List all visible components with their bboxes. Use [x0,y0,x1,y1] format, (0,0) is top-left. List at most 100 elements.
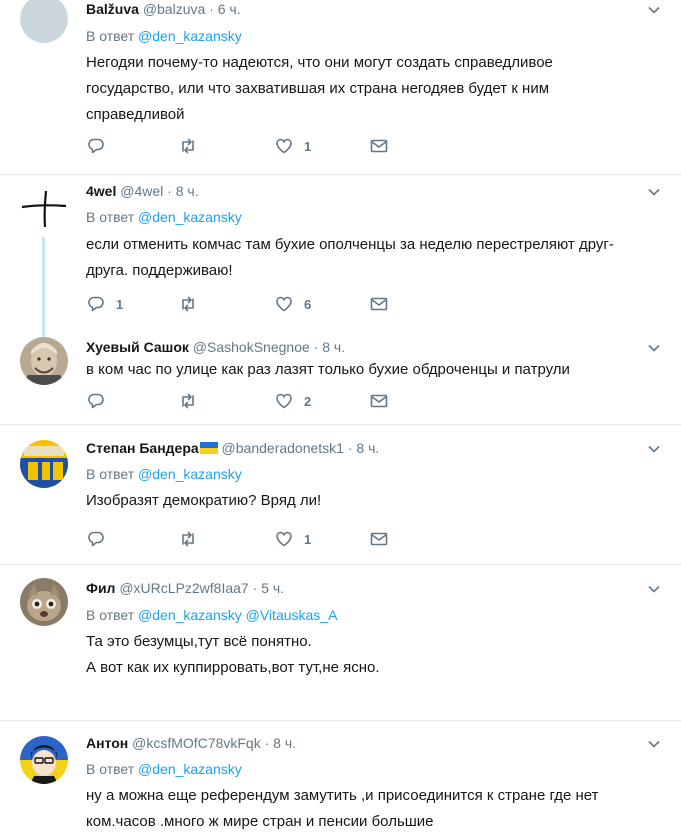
like-count: 6 [304,296,312,312]
tweet[interactable]: Хуевый Сашок @SashokSnegnoe · 8 ч. в ком… [0,325,681,425]
reply-context: В ответ @den_kazansky [86,465,242,483]
retweet-icon [182,531,194,547]
timestamp[interactable]: 8 ч. [176,183,199,199]
separator-dot: · [313,339,319,355]
tweet[interactable]: Антон @kcsfMOfC78vkFqk · 8 ч. В ответ @d… [0,721,681,837]
tweet-text-line: ну а можна еще референдум замутить ,и пр… [86,787,599,804]
tweet-text: Негодяи почему-то надеются, что они могу… [86,50,661,128]
tweet-actions: 1 6 [86,294,406,314]
reply-context: В ответ @den_kazansky [86,27,242,45]
display-name[interactable]: 4wel [86,183,116,199]
timestamp[interactable]: 5 ч. [261,580,284,596]
reply-prefix: В ответ [86,28,135,44]
tweet-text: если отменить комчас там бухие ополченцы… [86,232,661,284]
tweet[interactable]: Степан Бандера @banderadonetsk1 · 8 ч. В… [0,425,681,565]
retweet-icon [182,296,194,312]
avatar[interactable] [20,183,68,231]
avatar[interactable] [20,736,68,784]
like-button[interactable]: 1 [274,529,311,549]
avatar[interactable] [20,0,68,43]
chevron-down-icon[interactable] [647,582,661,596]
avatar[interactable] [20,440,68,488]
envelope-icon [370,139,388,153]
mention-link[interactable]: @den_kazansky [138,28,242,44]
tweet-text-line: в ком час по улице как раз лазят только … [86,361,570,378]
heart-icon [276,296,292,312]
tweet-header: Степан Бандера @banderadonetsk1 · 8 ч. [86,439,641,457]
reply-button[interactable] [86,136,116,156]
retweet-button[interactable] [178,136,208,156]
tweet[interactable]: Фил @xURcLPz2wf8Iaa7 · 5 ч. В ответ @den… [0,565,681,721]
direct-message-button[interactable] [369,294,389,314]
direct-message-button[interactable] [369,136,389,156]
tweet-text: в ком час по улице как раз лазят только … [86,357,661,383]
reply-button[interactable] [86,391,116,411]
mention-link[interactable]: @den_kazansky [138,761,242,777]
user-handle[interactable]: @4wel [120,183,163,199]
reply-context: В ответ @den_kazansky @Vitauskas_A [86,606,337,624]
user-handle[interactable]: @SashokSnegnoe [193,339,310,355]
tweet-text-line: Та это безумцы,тут всё понятно. [86,633,312,650]
chevron-down-icon[interactable] [647,442,661,456]
retweet-icon [182,393,194,409]
timestamp[interactable]: 8 ч. [273,735,296,751]
tweet-header: Фил @xURcLPz2wf8Iaa7 · 5 ч. [86,579,641,597]
reply-button[interactable] [86,529,116,549]
display-name[interactable]: Степан Бандера [86,440,199,456]
tweet-text-line: если отменить комчас там бухие ополченцы… [86,236,614,253]
display-name[interactable]: Balžuva [86,1,139,17]
reply-icon [88,393,104,409]
avatar[interactable] [20,578,68,626]
retweet-button[interactable] [178,529,208,549]
chevron-down-icon[interactable] [647,185,661,199]
tweet-text-line: справедливой [86,106,185,123]
direct-message-button[interactable] [369,529,389,549]
mention-link[interactable]: @Vitauskas_A [246,607,338,623]
display-name[interactable]: Фил [86,580,115,596]
like-button[interactable]: 1 [274,136,311,156]
tweet[interactable]: Balžuva @balzuva · 6 ч. В ответ @den_kaz… [0,0,681,175]
reply-prefix: В ответ [86,607,135,623]
reply-context: В ответ @den_kazansky [86,208,242,226]
user-handle[interactable]: @banderadonetsk1 [222,440,344,456]
envelope-icon [370,394,388,408]
tweet-text: ну а можна еще референдум замутить ,и пр… [86,783,661,835]
tweet-text-line: А вот как их куппирровать,вот тут,не ясн… [86,659,380,676]
chevron-down-icon[interactable] [647,341,661,355]
timestamp[interactable]: 8 ч. [356,440,379,456]
reply-prefix: В ответ [86,209,135,225]
display-name[interactable]: Антон [86,735,128,751]
tweet-text: Изобразят демократию? Вряд ли! [86,488,661,514]
avatar[interactable] [20,337,68,385]
chevron-down-icon[interactable] [647,3,661,17]
reply-icon [88,531,104,547]
mention-link[interactable]: @den_kazansky [138,466,242,482]
tweet-text-line: друга. поддерживаю! [86,262,233,279]
mention-link[interactable]: @den_kazansky [138,607,242,623]
like-button[interactable]: 6 [274,294,311,314]
user-handle[interactable]: @balzuva [143,1,205,17]
reply-icon [88,296,104,312]
retweet-button[interactable] [178,294,208,314]
direct-message-button[interactable] [369,391,389,411]
tweet-header: Антон @kcsfMOfC78vkFqk · 8 ч. [86,734,641,752]
ukraine-flag-icon [199,442,218,454]
display-name[interactable]: Хуевый Сашок [86,339,189,355]
like-count: 2 [304,393,312,409]
timestamp[interactable]: 8 ч. [322,339,345,355]
user-handle[interactable]: @kcsfMOfC78vkFqk [132,735,261,751]
tweet-text: Та это безумцы,тут всё понятно. А вот ка… [86,629,661,681]
like-button[interactable]: 2 [274,391,311,411]
retweet-button[interactable] [178,391,208,411]
chevron-down-icon[interactable] [647,737,661,751]
tweet-text-line: Изобразят демократию? Вряд ли! [86,492,322,509]
timestamp[interactable]: 6 ч. [218,1,241,17]
tweet-header: 4wel @4wel · 8 ч. [86,182,641,200]
user-handle[interactable]: @xURcLPz2wf8Iaa7 [119,580,248,596]
tweet[interactable]: 4wel @4wel · 8 ч. В ответ @den_kazansky … [0,175,681,337]
separator-dot: · [209,1,214,17]
thread-connector [42,237,45,337]
reply-context: В ответ @den_kazansky [86,760,242,778]
mention-link[interactable]: @den_kazansky [138,209,242,225]
reply-button[interactable]: 1 [86,294,123,314]
